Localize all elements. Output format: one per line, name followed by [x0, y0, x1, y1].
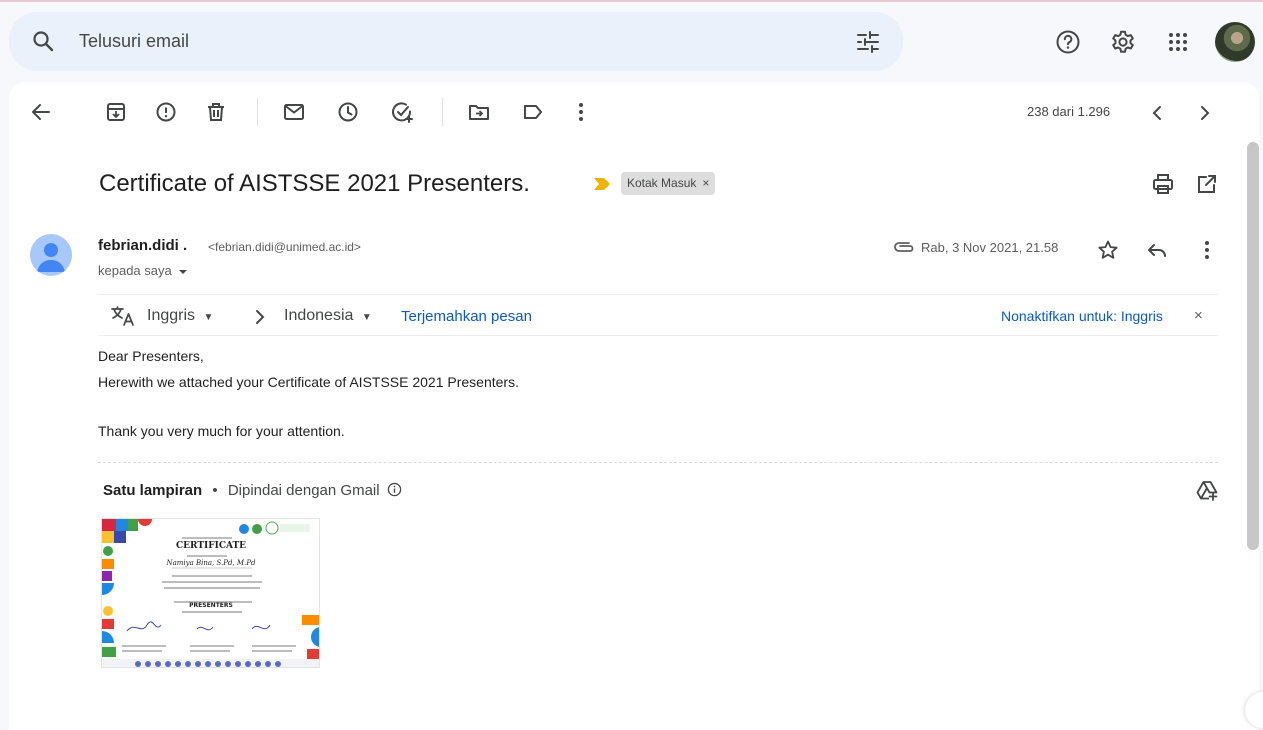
- recipient-text: kepada saya: [98, 263, 172, 278]
- source-language: Inggris: [147, 307, 196, 324]
- message-more-vertical-icon[interactable]: [1195, 238, 1219, 262]
- search-input[interactable]: [79, 26, 779, 56]
- print-icon[interactable]: [1151, 172, 1175, 196]
- toolbar-divider: [442, 98, 443, 126]
- add-task-icon[interactable]: [390, 100, 414, 124]
- email-date: Rab, 3 Nov 2021, 21.58: [921, 240, 1059, 255]
- reply-arrow-icon[interactable]: [1145, 238, 1169, 262]
- open-new-window-icon[interactable]: [1195, 172, 1219, 196]
- help-icon[interactable]: [1055, 29, 1081, 55]
- close-translate-bar-button[interactable]: ×: [1194, 307, 1203, 324]
- inbox-label-chip: Kotak Masuk ×: [621, 172, 716, 195]
- recipient-details-toggle[interactable]: kepada saya: [98, 263, 188, 278]
- search-options-icon[interactable]: [855, 29, 881, 55]
- scrollbar-thumb[interactable]: [1247, 142, 1259, 550]
- chevron-right-icon: [256, 310, 265, 324]
- person-icon: [37, 243, 65, 272]
- translate-icon: [111, 306, 134, 326]
- translate-message-link[interactable]: Terjemahkan pesan: [401, 308, 532, 325]
- certificate-section: PRESENTERS: [189, 602, 233, 609]
- body-line: Thank you very much for your attention.: [98, 423, 345, 439]
- snooze-clock-icon[interactable]: [336, 100, 360, 124]
- star-icon[interactable]: [1096, 238, 1120, 262]
- delete-trash-icon[interactable]: [204, 100, 228, 124]
- attachment-divider: [98, 462, 1218, 463]
- older-chevron-left-icon[interactable]: [1145, 101, 1169, 125]
- attachment-header: Satu lampiran • Dipindai dengan Gmail: [103, 482, 402, 499]
- message-view: 238 dari 1.296 Certificate of AISTSSE 20…: [9, 82, 1263, 730]
- apps-grid-icon[interactable]: [1165, 29, 1191, 55]
- more-vertical-icon[interactable]: [569, 100, 593, 124]
- attachment-count: Satu lampiran: [103, 482, 203, 499]
- disable-translation-link[interactable]: Nonaktifkan untuk: Inggris: [1001, 308, 1163, 324]
- label-tag-icon[interactable]: [521, 100, 545, 124]
- certificate-recipient: Namiya Bina, S.Pd, M.Pd: [165, 559, 256, 567]
- separator-dot: •: [212, 482, 218, 499]
- newer-chevron-right-icon[interactable]: [1193, 101, 1217, 125]
- attachment-thumbnail[interactable]: CERTIFICATE Namiya Bina, S.Pd, M.Pd PRES…: [101, 518, 320, 668]
- info-icon[interactable]: [387, 482, 402, 497]
- caret-down-icon: ▼: [203, 312, 214, 323]
- account-avatar[interactable]: [1215, 22, 1255, 62]
- importance-marker-icon[interactable]: [594, 178, 610, 190]
- email-subject: Certificate of AISTSSE 2021 Presenters.: [99, 170, 530, 197]
- body-line: Dear Presenters,: [98, 348, 204, 364]
- sender-name[interactable]: febrian.didi .: [98, 237, 187, 254]
- sender-avatar[interactable]: [30, 234, 72, 276]
- back-arrow-icon[interactable]: [29, 100, 53, 124]
- report-spam-icon[interactable]: [154, 100, 178, 124]
- mark-unread-mail-icon[interactable]: [282, 100, 306, 124]
- certificate-title: CERTIFICATE: [176, 541, 246, 551]
- translate-bar: Inggris ▼ Indonesia ▼ Terjemahkan pesan …: [98, 294, 1218, 336]
- top-accent-line: [0, 0, 1263, 2]
- search-bar[interactable]: [9, 12, 903, 71]
- scan-status: Dipindai dengan Gmail: [227, 482, 380, 499]
- caret-down-icon: ▼: [361, 312, 372, 323]
- toolbar-divider: [257, 98, 258, 126]
- inbox-label-text: Kotak Masuk: [627, 176, 697, 190]
- sender-email: <febrian.didi@unimed.ac.id>: [208, 240, 361, 254]
- remove-label-button[interactable]: ×: [702, 176, 709, 190]
- search-icon[interactable]: [31, 29, 55, 53]
- caret-down-icon: [179, 269, 188, 274]
- archive-icon[interactable]: [104, 100, 128, 124]
- pagination-count: 238 dari 1.296: [1027, 104, 1111, 119]
- body-line: Herewith we attached your Certificate of…: [98, 374, 519, 390]
- source-language-dropdown[interactable]: Inggris ▼: [147, 307, 213, 325]
- scrollbar[interactable]: [1243, 142, 1259, 730]
- certificate-preview-image: CERTIFICATE Namiya Bina, S.Pd, M.Pd PRES…: [102, 519, 319, 667]
- move-to-folder-icon[interactable]: [467, 100, 491, 124]
- save-to-drive-icon[interactable]: [1195, 479, 1219, 503]
- target-language-dropdown[interactable]: Indonesia ▼: [284, 307, 372, 325]
- target-language: Indonesia: [284, 307, 354, 324]
- settings-gear-icon[interactable]: [1110, 29, 1136, 55]
- attachment-paperclip-icon: [894, 242, 914, 252]
